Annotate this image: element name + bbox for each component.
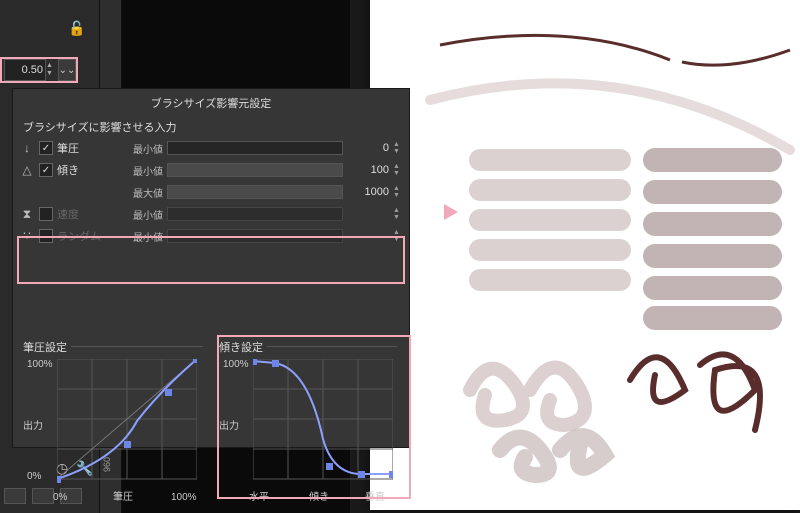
tilt-max-slider[interactable] [167, 185, 343, 199]
tilt-label: 傾き [57, 162, 117, 178]
velocity-checkbox[interactable] [39, 207, 53, 221]
panel-title: ブラシサイズ影響元設定 [13, 89, 409, 117]
ylabel: 出力 [219, 417, 239, 432]
tilt-curve-title: 傾き設定 [219, 339, 397, 355]
unlock-icon[interactable]: 🔓 [68, 20, 85, 37]
pressure-label: 筆圧 [57, 140, 117, 156]
opacity-spinner[interactable]: ▲▼ [46, 62, 56, 78]
tilt-min-slider[interactable] [167, 163, 343, 177]
brush-preview-svg [370, 0, 800, 510]
canvas-area [350, 0, 800, 513]
tilt-checkbox[interactable]: ✓ [39, 163, 53, 177]
random-sub: 最小値 [121, 229, 163, 244]
tilt-min-value: 100 [347, 164, 389, 176]
velocity-label: 速度 [57, 206, 117, 222]
opacity-dropdown-button[interactable]: ⌄⌄ [58, 59, 76, 81]
tilt-curve-svg [253, 359, 393, 485]
xtick: 傾き [309, 488, 329, 503]
velocity-sub: 最小値 [121, 207, 163, 222]
tilt-max-spinner[interactable]: ▲▼ [393, 185, 403, 199]
pressure-sub: 最小値 [121, 141, 163, 156]
row-velocity: ⧗ 速度 最小値 ▲▼ [13, 203, 409, 225]
velocity-slider[interactable] [167, 207, 343, 221]
section-label: ブラシサイズに影響させる入力 [13, 117, 409, 137]
velocity-icon: ⧗ [19, 207, 35, 222]
opacity-control: ▲▼ ⌄⌄ [0, 57, 78, 83]
tilt-min-sub: 最小値 [121, 163, 163, 178]
random-checkbox[interactable] [39, 229, 53, 243]
tilt-max-sub: 最大値 [121, 185, 163, 200]
canvas-paper[interactable] [370, 0, 800, 510]
pressure-min-value: 0 [347, 142, 389, 154]
random-label: ランダム [57, 228, 117, 244]
random-slider[interactable] [167, 229, 343, 243]
pressure-min-spinner[interactable]: ▲▼ [393, 141, 403, 155]
pressure-curve-svg [57, 359, 197, 485]
row-tilt-max: 最大値 1000 ▲▼ [13, 181, 409, 203]
pressure-min-slider[interactable] [167, 141, 343, 155]
pressure-curve-title: 筆圧設定 [23, 339, 203, 355]
arrow-icon [408, 200, 458, 224]
velocity-spinner[interactable]: ▲▼ [393, 207, 403, 221]
ytick: 0% [27, 471, 41, 482]
tilt-min-spinner[interactable]: ▲▼ [393, 163, 403, 177]
tilt-icon: △ [19, 163, 35, 177]
row-random: ∵ ランダム 最小値 ▲▼ [13, 225, 409, 247]
ylabel: 出力 [23, 417, 43, 432]
xtick: 0% [53, 492, 67, 503]
row-pressure: ↓ ✓ 筆圧 最小値 0 ▲▼ [13, 137, 409, 159]
xtick: 垂直 [365, 488, 385, 503]
row-tilt-min: △ ✓ 傾き 最小値 100 ▲▼ [13, 159, 409, 181]
pressure-curve-editor[interactable]: 筆圧設定 100% 出力 0% [23, 339, 203, 499]
opacity-input[interactable] [4, 59, 46, 81]
random-icon: ∵ [19, 229, 35, 243]
xtick: 100% [171, 492, 197, 503]
xtick: 筆圧 [113, 488, 133, 503]
curve-editors: 筆圧設定 100% 出力 0% [23, 339, 397, 499]
pressure-checkbox[interactable]: ✓ [39, 141, 53, 155]
random-spinner[interactable]: ▲▼ [393, 229, 403, 243]
tilt-curve-editor[interactable]: 傾き設定 100% 出力 水平 [219, 339, 397, 499]
tilt-max-value: 1000 [347, 186, 389, 198]
ytick: 100% [223, 359, 249, 370]
chevron-down-icon: ⌄⌄ [59, 65, 76, 76]
xtick: 水平 [249, 488, 269, 503]
brush-size-dynamics-panel: ブラシサイズ影響元設定 ブラシサイズに影響させる入力 ↓ ✓ 筆圧 最小値 0 … [12, 88, 410, 448]
pressure-icon: ↓ [19, 141, 35, 155]
ytick: 100% [27, 359, 53, 370]
